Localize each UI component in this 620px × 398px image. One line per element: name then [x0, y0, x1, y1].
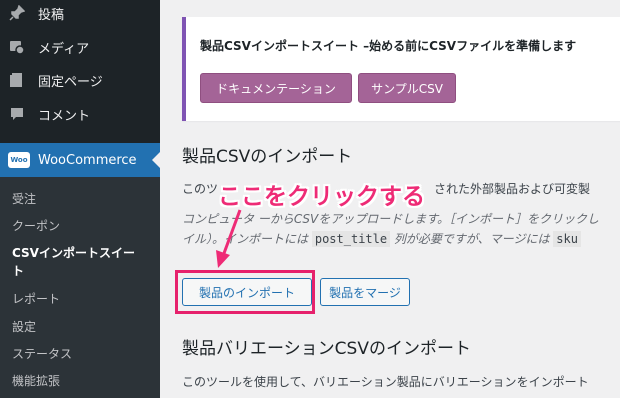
- sidebar-item-label: 投稿: [38, 7, 65, 23]
- variation-section-title: 製品バリエーションCSVのインポート: [182, 339, 471, 359]
- import-section-title: 製品CSVのインポート: [182, 147, 353, 167]
- sidebar-item-pages[interactable]: 固定ページ: [0, 63, 160, 97]
- submenu-item-orders[interactable]: 受注: [12, 190, 36, 208]
- sidebar-item-posts[interactable]: 投稿: [0, 0, 160, 30]
- code-post-title: post_title: [311, 231, 391, 247]
- submenu-item-status[interactable]: ステータス: [12, 345, 72, 363]
- sidebar-item-woocommerce[interactable]: Woo WooCommerce: [0, 143, 161, 177]
- sidebar-item-comments[interactable]: コメント: [0, 97, 160, 131]
- media-icon: [8, 38, 26, 56]
- submenu-item-reports[interactable]: レポート: [12, 290, 60, 308]
- admin-sidebar: 投稿 メディア 固定ページ コメント Woo WooCommerce 受注 クー…: [0, 0, 161, 398]
- submenu-item-extensions[interactable]: 機能拡張: [12, 372, 60, 390]
- variation-description: このツールを使用して、バリエーション製品にバリエーションをインポート: [182, 375, 589, 389]
- sidebar-item-media[interactable]: メディア: [0, 30, 160, 64]
- sidebar-item-label: メディア: [38, 41, 90, 57]
- import-description-end: された外部製品および可変製: [434, 182, 591, 196]
- import-description-start: このツ: [182, 182, 219, 196]
- highlight-box: [175, 270, 315, 314]
- merge-products-button[interactable]: 製品をマージ: [320, 278, 410, 306]
- help-text-part: イル）。インポートには: [182, 232, 309, 246]
- import-help-line1: コンピュータ ーからCSVをアップロードします。［インポート］をクリックし: [182, 212, 600, 226]
- help-text-part: 列が必要ですが、マージには: [393, 232, 550, 246]
- sidebar-item-label: 固定ページ: [38, 74, 103, 90]
- csv-notice-box: 製品CSVインポートスイート –始める前にCSVファイルを準備します ドキュメン…: [182, 17, 620, 121]
- sidebar-item-label: コメント: [38, 108, 91, 124]
- code-sku: sku: [553, 231, 581, 247]
- callout-text: ここをクリックする: [218, 184, 425, 210]
- sample-csv-button[interactable]: サンプルCSV: [358, 73, 456, 103]
- submenu-item-coupons[interactable]: クーポン: [12, 217, 60, 235]
- pin-icon: [8, 4, 26, 22]
- notice-text: 製品CSVインポートスイート –始める前にCSVファイルを準備します: [200, 39, 577, 53]
- submenu-item-csv-import-suite[interactable]: CSVインポートスイート: [12, 244, 142, 280]
- submenu-item-settings[interactable]: 設定: [12, 318, 36, 336]
- woocommerce-logo-icon: Woo: [8, 152, 30, 168]
- comment-icon: [8, 105, 26, 123]
- documentation-button[interactable]: ドキュメンテーション: [200, 73, 352, 103]
- import-help-line2: イル）。インポートには post_title 列が必要ですが、マージには sku: [182, 230, 581, 247]
- woocommerce-submenu: 受注 クーポン CSVインポートスイート レポート 設定 ステータス 機能拡張: [0, 177, 160, 398]
- page-icon: [8, 71, 26, 89]
- sidebar-item-label: WooCommerce: [38, 152, 137, 168]
